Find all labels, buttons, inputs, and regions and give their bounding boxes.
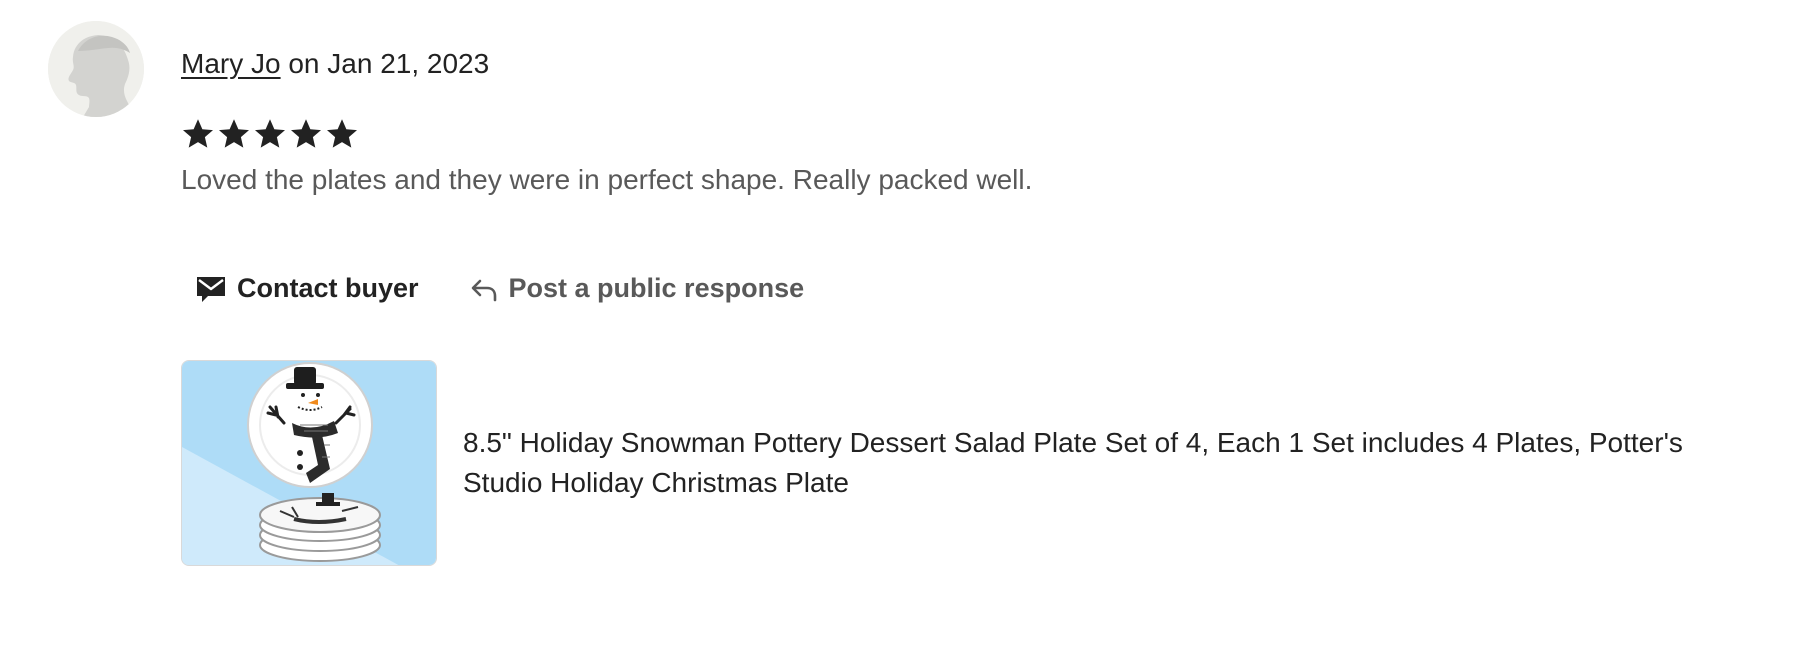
listing-title-link[interactable]: 8.5" Holiday Snowman Pottery Dessert Sal… [463,423,1763,503]
review-meta: Mary Jo on Jan 21, 2023 [181,46,489,82]
listing-reference: 8.5" Holiday Snowman Pottery Dessert Sal… [181,360,1763,566]
contact-buyer-button[interactable]: Contact buyer [181,270,419,306]
reviewer-name-link[interactable]: Mary Jo [181,48,281,79]
review-card: Mary Jo on Jan 21, 2023 Loved the plates… [0,0,1806,650]
snowman-plate-image [182,361,436,565]
post-public-response-button[interactable]: Post a public response [469,270,805,306]
review-text: Loved the plates and they were in perfec… [181,164,1033,195]
review-date: on Jan 21, 2023 [288,48,490,79]
star-icon [252,114,288,154]
listing-thumbnail[interactable] [181,360,437,566]
star-icon [324,114,360,154]
envelope-icon [195,272,227,304]
review-actions: Contact buyer Post a public response [181,268,804,308]
reviewer-avatar[interactable] [48,21,144,117]
default-avatar-icon [48,21,144,117]
post-public-response-label: Post a public response [508,273,805,303]
star-icon [180,114,216,154]
star-icon [216,114,252,154]
contact-buyer-label: Contact buyer [237,273,419,303]
star-icon [288,114,324,154]
reply-arrow-icon [469,273,499,303]
star-rating [180,114,360,154]
